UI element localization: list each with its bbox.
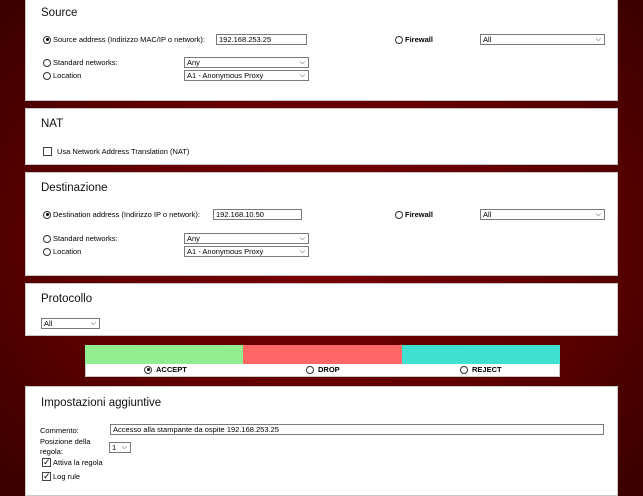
position-value: 1 xyxy=(112,443,117,452)
source-firewall-value: All xyxy=(483,35,492,44)
destination-address-label: Destination address (Indirizzo IP o netw… xyxy=(53,210,201,219)
accept-color-bar[interactable] xyxy=(85,345,243,364)
accept-radio[interactable] xyxy=(144,365,152,374)
position-label: Posizione della regola: xyxy=(40,437,90,457)
source-title: Source xyxy=(41,7,78,19)
chevron-down-icon: ⌵ xyxy=(121,444,127,451)
reject-color-bar[interactable] xyxy=(402,345,560,364)
source-standard-label: Standard networks: xyxy=(53,58,118,67)
drop-color-bar[interactable] xyxy=(243,345,402,364)
position-label-line2: regola: xyxy=(40,447,63,456)
log-rule-option[interactable]: ✓ Log rule xyxy=(42,472,80,481)
destination-location-radio[interactable] xyxy=(43,247,51,256)
destination-title: Destinazione xyxy=(41,182,108,194)
log-rule-label: Log rule xyxy=(53,472,81,481)
source-location-option[interactable]: Location xyxy=(43,71,81,80)
source-panel: Source Source address (Indirizzo MAC/IP … xyxy=(25,0,618,101)
destination-panel: Destinazione Destination address (Indiri… xyxy=(25,172,618,276)
destination-standard-select[interactable]: Any ⌵ xyxy=(184,233,309,244)
source-address-option[interactable]: Source address (Indirizzo MAC/IP o netwo… xyxy=(43,35,205,44)
source-firewall-label: Firewall xyxy=(405,35,433,44)
enable-rule-option[interactable]: ✓ Attiva la regola xyxy=(42,458,103,467)
drop-option[interactable]: DROP xyxy=(306,365,340,374)
destination-firewall-label: Firewall xyxy=(405,210,433,219)
comment-label: Commento: xyxy=(40,426,79,435)
source-address-label: Source address (Indirizzo MAC/IP o netwo… xyxy=(53,35,206,44)
position-select[interactable]: 1 ⌵ xyxy=(109,442,131,453)
protocol-value: All xyxy=(44,319,53,328)
destination-standard-value: Any xyxy=(187,234,200,243)
destination-address-radio[interactable] xyxy=(43,210,51,219)
source-address-input[interactable]: 192.168.253.25 xyxy=(216,34,307,45)
destination-address-option[interactable]: Destination address (Indirizzo IP o netw… xyxy=(43,210,200,219)
destination-location-label: Location xyxy=(53,247,82,256)
chevron-down-icon: ⌵ xyxy=(90,320,96,327)
accept-option[interactable]: ACCEPT xyxy=(144,365,187,374)
enable-rule-checkbox[interactable]: ✓ xyxy=(42,458,51,467)
destination-standard-label: Standard networks: xyxy=(53,234,118,243)
destination-standard-option[interactable]: Standard networks: xyxy=(43,234,118,243)
protocol-title: Protocollo xyxy=(41,293,93,305)
position-label-line1: Posizione della xyxy=(40,437,91,446)
enable-rule-label: Attiva la regola xyxy=(53,458,103,467)
destination-firewall-value: All xyxy=(483,210,492,219)
additional-title: Impostazioni aggiuntive xyxy=(41,397,162,409)
source-standard-option[interactable]: Standard networks: xyxy=(43,58,118,67)
chevron-down-icon: ⌵ xyxy=(299,248,305,255)
destination-location-option[interactable]: Location xyxy=(43,247,81,256)
destination-location-value: A1 - Anonymous Proxy xyxy=(187,247,264,256)
source-location-value: A1 - Anonymous Proxy xyxy=(187,71,264,80)
destination-location-select[interactable]: A1 - Anonymous Proxy ⌵ xyxy=(184,246,309,257)
protocol-select[interactable]: All ⌵ xyxy=(41,318,100,329)
log-rule-checkbox[interactable]: ✓ xyxy=(42,472,51,481)
source-address-radio[interactable] xyxy=(43,35,51,44)
source-firewall-option[interactable]: Firewall xyxy=(395,35,433,44)
drop-radio[interactable] xyxy=(306,365,314,374)
chevron-down-icon: ⌵ xyxy=(299,235,305,242)
reject-label: REJECT xyxy=(472,365,502,374)
nat-panel: NAT Usa Network Address Translation (NAT… xyxy=(25,108,618,165)
source-standard-radio[interactable] xyxy=(43,58,51,67)
destination-firewall-select[interactable]: All ⌵ xyxy=(480,209,605,220)
accept-label: ACCEPT xyxy=(156,365,187,374)
nat-checkbox[interactable] xyxy=(43,147,52,156)
chevron-down-icon: ⌵ xyxy=(299,72,305,79)
destination-standard-radio[interactable] xyxy=(43,234,51,243)
chevron-down-icon: ⌵ xyxy=(595,36,601,43)
additional-settings-panel: Impostazioni aggiuntive Commento: Access… xyxy=(25,386,618,496)
drop-label: DROP xyxy=(318,365,340,374)
chevron-down-icon: ⌵ xyxy=(595,211,601,218)
firewall-rule-page: Source Source address (Indirizzo MAC/IP … xyxy=(0,0,643,496)
source-location-select[interactable]: A1 - Anonymous Proxy ⌵ xyxy=(184,70,309,81)
destination-firewall-option[interactable]: Firewall xyxy=(395,210,433,219)
source-location-radio[interactable] xyxy=(43,71,51,80)
destination-address-input[interactable]: 192.168.10.50 xyxy=(213,209,302,220)
source-standard-select[interactable]: Any ⌵ xyxy=(184,57,309,68)
destination-firewall-radio[interactable] xyxy=(395,210,403,219)
nat-option[interactable]: Usa Network Address Translation (NAT) xyxy=(43,147,189,156)
nat-label: Usa Network Address Translation (NAT) xyxy=(57,147,190,156)
action-options: ACCEPT DROP REJECT xyxy=(85,364,560,377)
nat-title: NAT xyxy=(41,118,64,130)
source-standard-value: Any xyxy=(187,58,200,67)
source-firewall-select[interactable]: All ⌵ xyxy=(480,34,605,45)
comment-input[interactable]: Accesso alla stampante da ospite 192.168… xyxy=(110,424,604,435)
source-location-label: Location xyxy=(53,71,82,80)
source-firewall-radio[interactable] xyxy=(395,35,403,44)
chevron-down-icon: ⌵ xyxy=(299,59,305,66)
reject-option[interactable]: REJECT xyxy=(460,365,502,374)
reject-radio[interactable] xyxy=(460,365,468,374)
protocol-panel: Protocollo All ⌵ xyxy=(25,283,618,336)
